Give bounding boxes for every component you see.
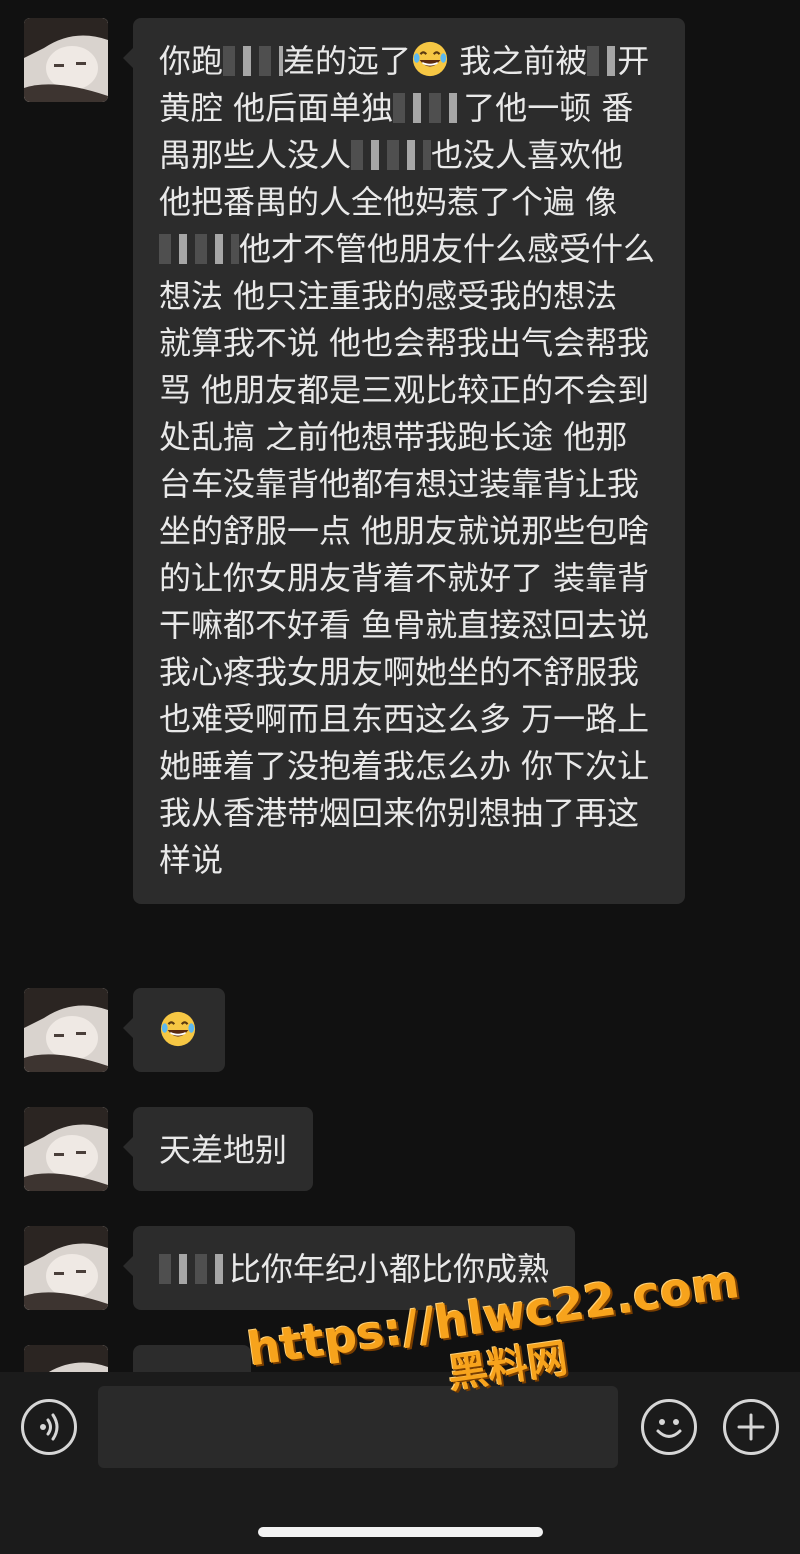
voice-icon xyxy=(40,1413,59,1441)
redacted-text xyxy=(393,93,464,123)
more-button[interactable] xyxy=(723,1399,779,1455)
message-text: 比你年纪小都比你成熟 xyxy=(229,1250,550,1288)
chat-screen: 你跑 差的远了 我之前被 开黄腔 他后面单独 了他一顿 番禺那些人没人 也没人喜欢他 他… xyxy=(0,0,800,1554)
message-bubble[interactable]: 比你年纪小都比你成熟 xyxy=(122,1226,576,1310)
message-bubble[interactable]: 你跑 差的远了 我之前被 开黄腔 他后面单独 了他一顿 番禺那些人没人 也没人喜欢他 他… xyxy=(123,18,685,904)
redacted-text xyxy=(159,234,239,264)
redacted-text xyxy=(223,46,284,76)
redacted-text xyxy=(587,46,618,76)
avatar[interactable] xyxy=(24,1226,108,1310)
message-text: 差的远了 xyxy=(283,42,412,80)
laughing-tears-emoji-icon xyxy=(412,41,448,77)
message-input[interactable] xyxy=(98,1386,618,1468)
message-text: 天差地别 xyxy=(159,1131,288,1169)
avatar[interactable] xyxy=(24,1107,108,1191)
message-bubble[interactable] xyxy=(133,1345,251,1372)
laughing-tears-emoji-icon xyxy=(160,1011,196,1047)
avatar[interactable] xyxy=(24,1345,108,1372)
message-bubble[interactable]: 天差地别 xyxy=(122,1107,314,1191)
avatar[interactable] xyxy=(24,18,108,102)
redacted-text xyxy=(159,1254,229,1284)
emoji-button[interactable] xyxy=(641,1399,697,1455)
message-text: 你跑 xyxy=(159,42,224,80)
input-toolbar xyxy=(0,1372,800,1554)
avatar[interactable] xyxy=(24,988,108,1072)
message-list[interactable]: 你跑 差的远了 我之前被 开黄腔 他后面单独 了他一顿 番禺那些人没人 也没人喜欢他 他… xyxy=(0,0,800,1372)
message-bubble[interactable] xyxy=(123,988,225,1072)
message-text: 我之前被 xyxy=(449,42,588,80)
message-text: 他才不管他朋友什么感受什么想法 他只注重我的感受我的想法 就算我不说 他也会帮我… xyxy=(159,230,656,879)
redacted-text xyxy=(351,140,432,170)
plus-icon xyxy=(737,1413,765,1441)
home-indicator[interactable] xyxy=(258,1527,543,1537)
voice-button[interactable] xyxy=(21,1399,77,1455)
smiley-icon xyxy=(656,1419,682,1438)
